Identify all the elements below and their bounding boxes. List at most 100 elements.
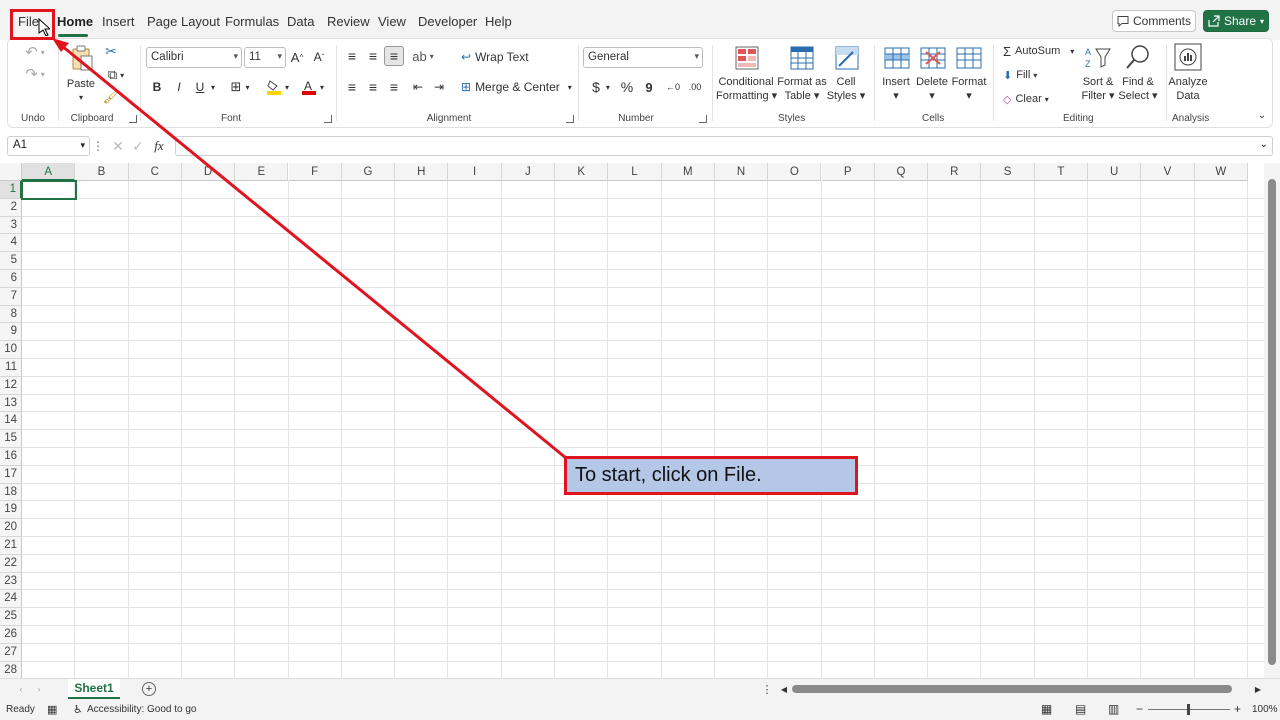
font-name-select[interactable]: Calibri ▾	[146, 47, 242, 68]
underline-button[interactable]: U	[192, 79, 208, 95]
cell-styles-icon[interactable]	[834, 45, 860, 71]
column-header[interactable]: L	[608, 163, 662, 181]
paste-label[interactable]: Paste	[66, 77, 96, 91]
insert-function-button[interactable]: fx	[150, 138, 168, 154]
increase-indent-icon[interactable]: ⇥	[431, 79, 447, 95]
paste-icon[interactable]	[68, 43, 96, 73]
copy-icon[interactable]: ⧉ ▾	[102, 67, 130, 83]
sort-filter-icon[interactable]: AZ	[1084, 45, 1112, 71]
alignment-launcher-icon[interactable]	[566, 115, 574, 123]
find-select-label[interactable]: Find & Select ▾	[1118, 75, 1158, 103]
format-as-table-label[interactable]: Format as Table ▾	[776, 75, 828, 103]
comments-button[interactable]: Comments	[1112, 10, 1196, 32]
row-header[interactable]: 7	[0, 287, 22, 306]
wrap-text-button[interactable]: ↩ Wrap Text	[461, 49, 531, 65]
comma-style-button[interactable]: 9	[642, 79, 656, 95]
column-header[interactable]: N	[714, 163, 769, 181]
cell-styles-label[interactable]: Cell Styles ▾	[826, 75, 866, 103]
tab-help[interactable]: Help	[485, 14, 512, 29]
row-header[interactable]: 27	[0, 643, 22, 662]
decrease-font-size-icon[interactable]: Aˇ	[310, 48, 328, 66]
increase-decimal-button[interactable]: ←0	[663, 79, 683, 95]
row-header[interactable]: 26	[0, 626, 22, 644]
column-header[interactable]: P	[821, 163, 875, 181]
column-header[interactable]: J	[501, 163, 555, 181]
delete-cells-label[interactable]: Delete ▾	[914, 75, 950, 103]
vertical-scroll-thumb[interactable]	[1268, 179, 1276, 665]
font-size-select[interactable]: 11 ▾	[244, 47, 286, 68]
percent-button[interactable]: %	[618, 79, 636, 95]
align-right-icon[interactable]: ≡	[386, 79, 402, 95]
align-center-icon[interactable]: ≡	[365, 79, 381, 95]
column-header[interactable]: H	[395, 163, 449, 181]
row-header[interactable]: 8	[0, 305, 22, 324]
align-middle-icon[interactable]: ≡	[365, 48, 381, 64]
row-header[interactable]: 3	[0, 216, 22, 235]
column-header[interactable]: O	[768, 163, 822, 181]
select-all-corner[interactable]	[0, 163, 22, 181]
column-header[interactable]: R	[928, 163, 982, 181]
borders-icon[interactable]: ⊞ ▾	[226, 79, 254, 95]
number-launcher-icon[interactable]	[699, 115, 707, 123]
row-header[interactable]: 28	[0, 661, 22, 678]
row-header[interactable]: 16	[0, 448, 22, 466]
row-header[interactable]: 18	[0, 483, 22, 502]
column-header[interactable]: C	[128, 163, 182, 181]
chevron-down-icon[interactable]: ▾	[208, 79, 218, 95]
increase-font-size-icon[interactable]: A ^	[288, 48, 306, 66]
row-header[interactable]: 1	[0, 181, 22, 199]
add-sheet-icon[interactable]: +	[142, 682, 156, 696]
scroll-right-icon[interactable]: ▶	[1254, 683, 1262, 695]
tab-insert[interactable]: Insert	[102, 14, 135, 29]
cancel-icon[interactable]: ✕	[110, 138, 126, 154]
format-as-table-icon[interactable]	[789, 45, 815, 71]
number-format-select[interactable]: General ▾	[583, 47, 703, 68]
font-launcher-icon[interactable]	[324, 115, 332, 123]
collapse-ribbon-icon[interactable]: ⌄	[1256, 109, 1268, 121]
undo-icon[interactable]: ↶ ▾	[20, 43, 50, 61]
column-header[interactable]: W	[1194, 163, 1248, 181]
tab-home[interactable]: Home	[57, 14, 93, 29]
fill-color-icon[interactable]: ▾	[263, 79, 293, 95]
row-header[interactable]: 5	[0, 252, 22, 270]
row-header[interactable]: 21	[0, 537, 22, 555]
tab-split-handle-icon[interactable]: ⋮	[762, 683, 773, 696]
column-header[interactable]: Q	[874, 163, 929, 181]
row-header[interactable]: 4	[0, 234, 22, 253]
italic-button[interactable]: I	[171, 79, 187, 95]
accessibility-icon[interactable]: ♿	[73, 703, 83, 716]
delete-cells-icon[interactable]	[919, 45, 947, 71]
row-header[interactable]: 23	[0, 572, 22, 591]
column-header[interactable]: U	[1088, 163, 1142, 181]
column-header[interactable]: D	[181, 163, 236, 181]
bold-button[interactable]: B	[149, 79, 165, 95]
zoom-slider-thumb[interactable]	[1187, 704, 1190, 715]
column-header[interactable]: V	[1141, 163, 1195, 181]
scroll-left-icon[interactable]: ◀	[780, 683, 788, 695]
clipboard-launcher-icon[interactable]	[129, 115, 137, 123]
fill-button[interactable]: ⬇ Fill ▾	[1003, 67, 1053, 83]
zoom-in-icon[interactable]: +	[1234, 702, 1241, 716]
vertical-scrollbar[interactable]	[1264, 163, 1280, 678]
format-cells-icon[interactable]	[955, 45, 983, 71]
name-box[interactable]: A1 ▾	[7, 136, 90, 156]
row-header[interactable]: 12	[0, 376, 22, 395]
zoom-level[interactable]: 100%	[1252, 704, 1278, 715]
sort-filter-label[interactable]: Sort & Filter ▾	[1078, 75, 1118, 103]
insert-cells-icon[interactable]	[883, 45, 911, 71]
row-header[interactable]: 14	[0, 412, 22, 431]
analyze-data-icon[interactable]	[1174, 43, 1202, 71]
row-header[interactable]: 19	[0, 501, 22, 520]
page-break-view-icon[interactable]: ▥	[1108, 702, 1119, 716]
column-header[interactable]: B	[75, 163, 129, 181]
chevron-down-icon[interactable]: ▾	[76, 91, 86, 105]
column-header[interactable]: F	[288, 163, 342, 181]
tab-developer[interactable]: Developer	[418, 14, 477, 29]
row-header[interactable]: 24	[0, 590, 22, 609]
column-header[interactable]: I	[448, 163, 502, 181]
tab-formulas[interactable]: Formulas	[225, 14, 279, 29]
column-header[interactable]: E	[235, 163, 289, 181]
row-header[interactable]: 6	[0, 270, 22, 288]
decrease-indent-icon[interactable]: ⇤	[410, 79, 426, 95]
row-header[interactable]: 13	[0, 394, 22, 413]
